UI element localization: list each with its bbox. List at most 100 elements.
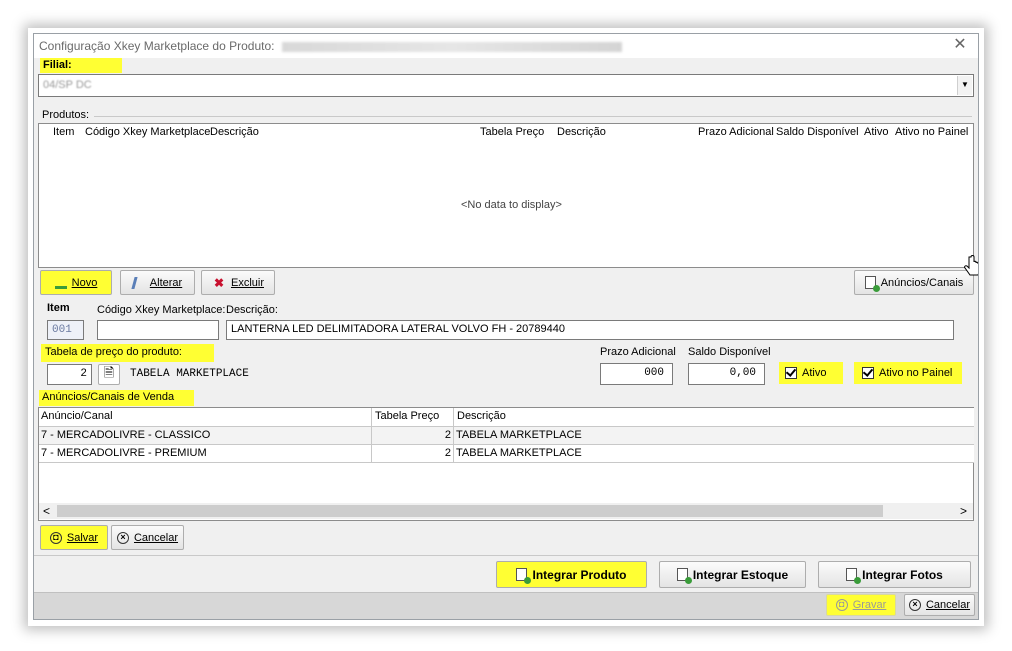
dialog-window: Configuração Xkey Marketplace do Produto…: [33, 33, 979, 620]
row-canal: 7 - MERCADOLIVRE - PREMIUM: [41, 447, 207, 459]
produtos-group-border: [94, 116, 972, 117]
alterar-button[interactable]: Alterar: [120, 270, 195, 295]
ativo-check-icon[interactable]: [785, 367, 797, 380]
tabela-lookup-button[interactable]: 🗎: [98, 364, 120, 385]
produtos-col-saldo[interactable]: Saldo Disponível: [776, 126, 859, 138]
document-sync-icon: [846, 568, 862, 584]
codigo-input[interactable]: [97, 320, 219, 340]
produtos-empty-text: <No data to display>: [461, 199, 562, 211]
filial-value: 04/SP DC: [43, 79, 92, 91]
close-icon[interactable]: ✕: [950, 35, 970, 55]
tabela-nome: TABELA MARKETPLACE: [130, 368, 249, 380]
save-icon: ◘: [49, 531, 62, 544]
excluir-button-label: Excluir: [230, 276, 264, 289]
filial-label: Filial:: [40, 58, 122, 73]
scroll-right-icon[interactable]: >: [960, 504, 967, 518]
ativo-painel-checkbox[interactable]: Ativo no Painel: [854, 362, 962, 384]
novo-button[interactable]: Novo: [40, 270, 112, 295]
novo-button-label: Novo: [71, 276, 98, 289]
prazo-label: Prazo Adicional: [600, 346, 676, 358]
anuncios-canais-button[interactable]: Anúncios/Canais: [854, 270, 974, 295]
chevron-down-icon[interactable]: ▼: [957, 76, 972, 95]
integrar-produto-button[interactable]: Integrar Produto: [496, 561, 647, 588]
salvar-button-label: Salvar: [66, 531, 99, 544]
produtos-col-ativo[interactable]: Ativo: [864, 126, 888, 138]
gravar-button-label: Gravar: [852, 599, 887, 611]
cancelar-footer-button[interactable]: × Cancelar: [904, 594, 975, 616]
excluir-button[interactable]: ✖ Excluir: [201, 270, 275, 295]
descricao-label: Descrição:: [226, 304, 278, 316]
canais-col-tabela[interactable]: Tabela Preço: [375, 410, 439, 422]
ativo-checkbox[interactable]: Ativo: [779, 362, 843, 384]
produtos-label: Produtos:: [42, 109, 90, 121]
produtos-col-item[interactable]: Item: [53, 126, 74, 138]
anuncios-canais-button-label: Anúncios/Canais: [880, 276, 964, 289]
item-label: Item: [47, 302, 70, 314]
document-add-icon: [864, 276, 880, 292]
integrar-estoque-label: Integrar Estoque: [692, 567, 789, 582]
canais-grid[interactable]: Anúncio/Canal Tabela Preço Descrição 7 -…: [38, 407, 974, 521]
scroll-left-icon[interactable]: <: [43, 504, 50, 518]
produtos-col-tabela-preco[interactable]: Tabela Preço: [480, 126, 544, 138]
redacted-product-name: [281, 41, 622, 52]
produtos-col-descricao[interactable]: Descrição: [210, 126, 259, 138]
horizontal-scrollbar[interactable]: < >: [39, 503, 973, 519]
delete-icon: ✖: [213, 275, 225, 290]
row-tabela: 2: [444, 429, 451, 441]
descricao-input[interactable]: LANTERNA LED DELIMITADORA LATERAL VOLVO …: [226, 320, 954, 340]
cancelar-footer-label: Cancelar: [925, 599, 971, 611]
produtos-col-prazo[interactable]: Prazo Adicional: [698, 126, 774, 138]
table-row[interactable]: 7 - MERCADOLIVRE - PREMIUM 2 TABELA MARK…: [39, 445, 974, 463]
ativo-painel-check-icon[interactable]: [862, 367, 874, 380]
scrollbar-thumb[interactable]: [57, 505, 883, 517]
item-field: 001: [47, 320, 84, 340]
cancelar-button-label: Cancelar: [133, 531, 179, 544]
row-sep: [371, 445, 372, 462]
add-icon: [54, 276, 67, 289]
produtos-col-ativo-painel[interactable]: Ativo no Painel: [895, 126, 968, 138]
integrar-produto-label: Integrar Produto: [532, 567, 627, 582]
salvar-button[interactable]: ◘ Salvar: [40, 525, 108, 550]
window-title-text: Configuração Xkey Marketplace do Produto…: [39, 39, 275, 53]
canais-col-canal[interactable]: Anúncio/Canal: [41, 410, 113, 422]
cancel-icon: ×: [908, 599, 921, 611]
row-descricao: TABELA MARKETPLACE: [456, 447, 582, 459]
hand-cursor-icon: [964, 255, 978, 276]
prazo-input[interactable]: 000: [600, 363, 673, 385]
integrar-fotos-button[interactable]: Integrar Fotos: [818, 561, 971, 588]
saldo-input[interactable]: 0,00: [688, 363, 765, 385]
produtos-col-codigo[interactable]: Código Xkey Marketplace: [85, 126, 210, 138]
codigo-label: Código Xkey Marketplace:: [97, 304, 226, 316]
ativo-painel-label: Ativo no Painel: [879, 367, 953, 379]
integrar-estoque-button[interactable]: Integrar Estoque: [659, 561, 806, 588]
canais-header-row: Anúncio/Canal Tabela Preço Descrição: [39, 408, 974, 427]
document-sync-icon: [516, 568, 532, 584]
cancel-icon: ×: [116, 531, 129, 544]
edit-icon: [131, 276, 147, 289]
saldo-label: Saldo Disponível: [688, 346, 771, 358]
alterar-button-label: Alterar: [149, 276, 183, 289]
row-sep: [371, 427, 372, 444]
row-sep: [453, 445, 454, 462]
row-sep: [453, 427, 454, 444]
integrar-fotos-label: Integrar Fotos: [862, 567, 943, 582]
table-row[interactable]: 7 - MERCADOLIVRE - CLASSICO 2 TABELA MAR…: [39, 427, 974, 445]
gravar-button[interactable]: ◘ Gravar: [826, 594, 896, 616]
lookup-icon: 🗎: [103, 364, 115, 380]
filial-select[interactable]: 04/SP DC ▼: [38, 74, 974, 97]
tabela-codigo-input[interactable]: 2: [47, 364, 92, 385]
produtos-col-descricao-tabela[interactable]: Descrição: [557, 126, 606, 138]
title-bar: Configuração Xkey Marketplace do Produto…: [34, 34, 978, 58]
window-title: Configuração Xkey Marketplace do Produto…: [39, 39, 622, 53]
canais-col-sep: [371, 408, 372, 426]
ativo-label: Ativo: [802, 367, 827, 379]
cancelar-button[interactable]: × Cancelar: [111, 525, 184, 550]
row-canal: 7 - MERCADOLIVRE - CLASSICO: [41, 429, 211, 441]
canais-col-descricao[interactable]: Descrição: [457, 410, 506, 422]
canais-col-sep: [453, 408, 454, 426]
row-descricao: TABELA MARKETPLACE: [456, 429, 582, 441]
tabela-preco-label: Tabela de preço do produto:: [41, 344, 214, 362]
produtos-grid[interactable]: Item Código Xkey Marketplace Descrição T…: [38, 123, 974, 268]
document-sync-icon: [676, 568, 692, 584]
save-icon: ◘: [835, 599, 848, 611]
